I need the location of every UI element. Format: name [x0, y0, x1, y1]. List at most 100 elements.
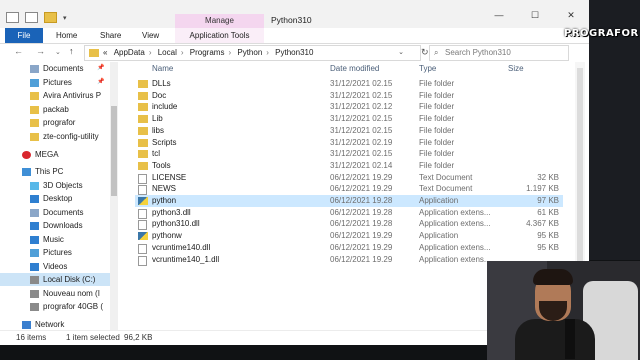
breadcrumb-separator-icon[interactable]: › [149, 48, 152, 57]
file-name: Lib [152, 114, 163, 124]
tab-application-tools[interactable]: Application Tools [175, 28, 264, 43]
nav-item-prografor-40gb[interactable]: prografor 40GB ( [0, 300, 110, 313]
nav-item-zte-config-utility[interactable]: zte-config-utility [0, 130, 110, 143]
file-name: LICENSE [152, 172, 187, 182]
new-folder-icon[interactable] [44, 12, 57, 23]
forward-icon[interactable]: → [36, 46, 45, 56]
file-name: Doc [152, 90, 167, 100]
file-row[interactable]: Doc 31/12/2021 02.15 File folder [135, 90, 563, 102]
file-row[interactable]: Scripts 31/12/2021 02.19 File folder [135, 137, 563, 149]
downloads-icon [30, 222, 39, 230]
nav-item-label: Desktop [43, 194, 73, 203]
recent-locations-icon[interactable]: ⌄ [55, 48, 61, 56]
address-bar[interactable]: « AppData › Local › Programs › Python › Pyth… [84, 45, 421, 61]
breadcrumb-separator-icon[interactable]: › [228, 48, 231, 57]
file-date: 31/12/2021 02.14 [330, 160, 393, 170]
nav-item-nouveau-nom-i[interactable]: Nouveau nom (I [0, 287, 110, 300]
nav-item-music[interactable]: Music [0, 233, 110, 246]
breadcrumb-programs[interactable]: Programs [190, 48, 225, 57]
file-date: 06/12/2021 19.28 [330, 207, 393, 217]
maximize-icon[interactable]: ☐ [517, 10, 553, 21]
nav-item-packab[interactable]: packab [0, 103, 110, 116]
nav-item-videos[interactable]: Videos [0, 260, 110, 273]
file-name: DLLs [152, 79, 171, 88]
file-type: File folder [419, 125, 455, 135]
folder-icon [30, 92, 39, 100]
file-type: File folder [419, 102, 455, 112]
person-body [515, 319, 595, 360]
navigation-scrollbar[interactable] [110, 62, 118, 330]
checkbox-icon[interactable] [25, 12, 38, 23]
file-row[interactable]: include 31/12/2021 02.12 File folder [135, 101, 563, 113]
nav-item-avira-antivirus-p[interactable]: Avira Antivirus P [0, 89, 110, 102]
minimize-icon[interactable]: — [481, 10, 517, 21]
properties-icon[interactable] [6, 12, 19, 23]
file-row[interactable]: libs 31/12/2021 02.15 File folder [135, 125, 563, 137]
file-type: Text Document [419, 184, 473, 194]
nav-item-pictures[interactable]: Pictures [0, 246, 110, 259]
file-size: 1.197 KB [526, 184, 559, 194]
column-header-name[interactable]: Name [152, 62, 173, 76]
refresh-icon[interactable]: ↻ [421, 47, 429, 58]
file-type: File folder [419, 79, 455, 88]
file-size: 61 KB [537, 207, 559, 217]
file-row[interactable]: Lib 31/12/2021 02.15 File folder [135, 113, 563, 125]
tab-share[interactable]: Share [100, 28, 121, 43]
nav-item-label: packab [43, 104, 69, 114]
manage-tab[interactable]: Manage [175, 14, 264, 28]
nav-item-label: Documents [43, 207, 84, 217]
breadcrumb-separator-icon[interactable]: › [266, 48, 269, 57]
customize-toolbar-icon[interactable]: ▾ [63, 14, 67, 22]
nav-item-mega[interactable]: MEGA [0, 148, 110, 161]
nav-item-local-disk-c[interactable]: Local Disk (C:) [0, 273, 110, 286]
file-type: Application extens... [419, 242, 491, 252]
file-row[interactable]: NEWS 06/12/2021 19.29 Text Document 1.197 K… [135, 183, 563, 196]
nav-item-documents[interactable]: Documents 📌 [0, 62, 110, 75]
file-row[interactable]: python 06/12/2021 19.28 Application 97 KB [135, 195, 563, 207]
nav-item-3d-objects[interactable]: 3D Objects [0, 179, 110, 192]
up-icon[interactable]: ↑ [69, 46, 74, 56]
breadcrumb-python[interactable]: Python [237, 48, 262, 57]
file-row[interactable]: vcruntime140.dll 06/12/2021 19.29 Applicat… [135, 242, 563, 254]
videos-icon [30, 262, 39, 271]
column-header-type[interactable]: Type [419, 62, 436, 76]
file-date: 06/12/2021 19.28 [330, 196, 393, 205]
breadcrumb-separator-icon[interactable]: › [181, 48, 184, 57]
file-row[interactable]: python310.dll 06/12/2021 19.28 Application… [135, 218, 563, 231]
tab-home[interactable]: Home [56, 28, 77, 43]
column-header-size[interactable]: Size [508, 62, 524, 76]
breadcrumb-local[interactable]: Local [158, 48, 177, 57]
file-row[interactable]: LICENSE 06/12/2021 19.29 Text Document 32 K… [135, 172, 563, 184]
column-header-date[interactable]: Date modified [330, 62, 379, 76]
file-row[interactable]: tcl 31/12/2021 02.15 File folder [135, 148, 563, 160]
file-date: 31/12/2021 02.15 [330, 114, 393, 124]
nav-item-pictures[interactable]: Pictures 📌 [0, 76, 110, 89]
file-row[interactable]: DLLs 31/12/2021 02.15 File folder [135, 78, 563, 90]
nav-item-network[interactable]: Network [0, 318, 110, 330]
file-row[interactable]: pythonw 06/12/2021 19.29 Application 95 KB [135, 230, 563, 242]
address-dropdown-icon[interactable]: ⌄ [398, 48, 404, 56]
file-type: File folder [419, 149, 455, 159]
breadcrumb-appdata[interactable]: AppData [114, 48, 145, 57]
nav-item-prografor[interactable]: prografor [0, 116, 110, 129]
nav-item-documents[interactable]: Documents [0, 206, 110, 219]
search-input[interactable]: ⌕ Search Python310 [429, 45, 569, 61]
file-type: File folder [419, 90, 455, 100]
tab-view[interactable]: View [142, 28, 159, 43]
file-date: 31/12/2021 02.15 [330, 90, 393, 100]
file-row[interactable]: Tools 31/12/2021 02.14 File folder [135, 160, 563, 172]
nav-item-label: Avira Antivirus P [43, 91, 102, 100]
breadcrumb-python310[interactable]: Python310 [275, 48, 313, 57]
nav-item-label: Music [43, 234, 64, 244]
nav-item-this-pc[interactable]: This PC [0, 165, 110, 178]
breadcrumb-overflow[interactable]: « [103, 48, 107, 57]
back-icon[interactable]: ← [14, 46, 23, 56]
pictures-icon [30, 78, 39, 87]
file-row[interactable]: python3.dll 06/12/2021 19.28 Application e… [135, 207, 563, 219]
nav-item-desktop[interactable]: Desktop [0, 192, 110, 205]
nav-item-downloads[interactable]: Downloads [0, 219, 110, 232]
tab-file[interactable]: File [5, 28, 43, 43]
folder-icon [138, 126, 148, 135]
nav-item-label: Videos [43, 261, 68, 271]
scrollbar-thumb[interactable] [111, 106, 117, 196]
